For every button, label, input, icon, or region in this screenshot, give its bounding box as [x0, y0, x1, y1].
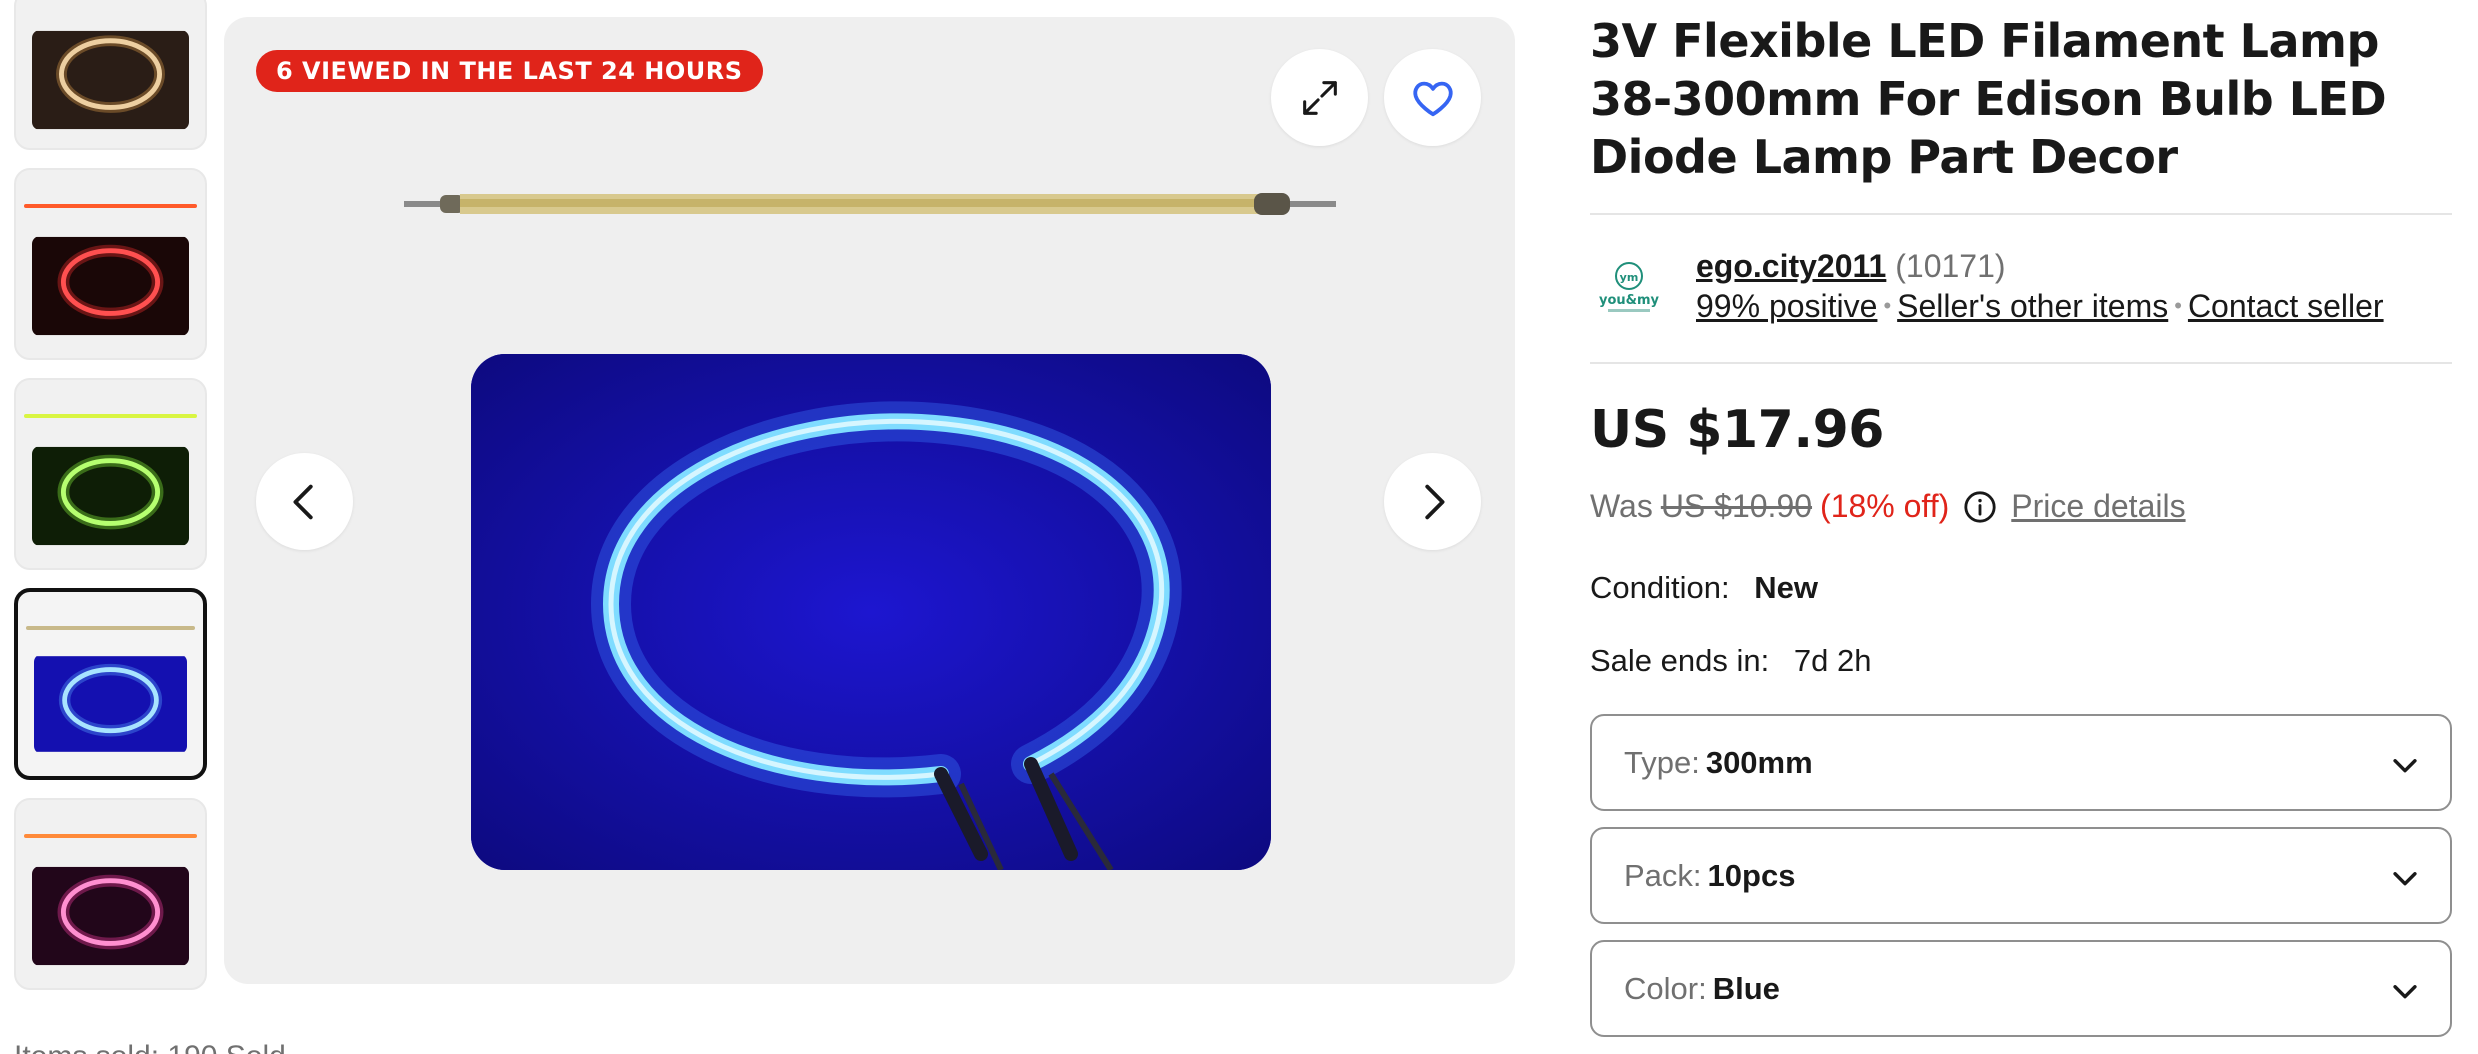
- expand-image-button[interactable]: [1271, 49, 1368, 146]
- condition-value: New: [1754, 570, 1818, 605]
- previous-image-button[interactable]: [256, 453, 353, 550]
- type-select-value: 300mm: [1705, 744, 1813, 780]
- thumbnail-image: [34, 654, 187, 754]
- sale-ends-row: Sale ends in: 7d 2h: [1590, 643, 1871, 679]
- condition-row: Condition: New: [1590, 570, 1818, 606]
- pack-select-label: Pack:: [1624, 857, 1702, 893]
- separator-dot: •: [1883, 293, 1892, 318]
- color-select-label: Color:: [1624, 970, 1707, 1006]
- thumbnail-image: [32, 30, 189, 130]
- chevron-down-icon: [2393, 985, 2417, 999]
- product-main-image: [471, 354, 1271, 870]
- was-label: Was: [1590, 488, 1653, 524]
- condition-label: Condition:: [1590, 570, 1730, 605]
- led-filament-strip-image: [404, 193, 1336, 215]
- thumbnail-green[interactable]: [14, 378, 207, 570]
- seller-name-line: ego.city2011 (10171): [1696, 248, 2006, 285]
- expand-icon: [1302, 80, 1337, 115]
- thumbnail-strip: [14, 0, 209, 1000]
- color-select-value: Blue: [1712, 970, 1780, 1006]
- viewed-count-badge: 6 VIEWED IN THE LAST 24 HOURS: [256, 50, 763, 92]
- item-price: US $17.96: [1590, 400, 1884, 460]
- thumbnail-filament-strip: [24, 204, 197, 208]
- seller-feedback-count: (10171): [1895, 248, 2006, 284]
- seller-positive-feedback-link[interactable]: 99% positive: [1696, 288, 1877, 324]
- sale-ends-label: Sale ends in:: [1590, 643, 1770, 678]
- divider: [1590, 213, 2452, 215]
- seller-logo-image[interactable]: ym you&my: [1598, 256, 1660, 318]
- sale-ends-value: 7d 2h: [1793, 643, 1872, 678]
- original-price: US $10.90: [1660, 488, 1813, 524]
- thumbnail-red[interactable]: [14, 168, 207, 360]
- pack-select[interactable]: Pack: 10pcs: [1590, 827, 2452, 924]
- divider: [1590, 362, 2452, 364]
- info-icon[interactable]: [1963, 490, 1997, 524]
- original-price-line: Was US $10.90 (18% off) Price details: [1590, 488, 2186, 525]
- type-select-label: Type:: [1624, 744, 1700, 780]
- thumbnail-blue-selected[interactable]: [14, 588, 207, 780]
- contact-seller-link[interactable]: Contact seller: [2188, 288, 2384, 324]
- led-loop-red-image: [32, 236, 189, 336]
- items-sold-text-cut: Items sold: 190 Sold: [14, 1040, 286, 1054]
- separator-dot: •: [2174, 293, 2182, 318]
- thumbnail-filament-strip: [26, 626, 195, 630]
- thumbnail-image: [32, 866, 189, 966]
- thumbnail-image: [32, 446, 189, 546]
- pack-select-value: 10pcs: [1707, 857, 1796, 893]
- next-image-button[interactable]: [1384, 453, 1481, 550]
- seller-name-link[interactable]: ego.city2011: [1696, 248, 1886, 284]
- type-select[interactable]: Type: 300mm: [1590, 714, 2452, 811]
- led-loop-green-image: [32, 446, 189, 546]
- thumbnail-filament-strip: [24, 834, 197, 838]
- add-to-watchlist-button[interactable]: [1384, 49, 1481, 146]
- thumbnail-warm-white[interactable]: [14, 0, 207, 150]
- led-loop-pink-image: [32, 866, 189, 966]
- color-select[interactable]: Color: Blue: [1590, 940, 2452, 1037]
- led-loop-blue-main-image: [471, 354, 1271, 870]
- discount-percent: (18% off): [1820, 488, 1950, 524]
- chevron-left-icon: [293, 484, 313, 519]
- heart-icon: [1412, 81, 1453, 116]
- thumbnail-filament-strip: [24, 414, 197, 418]
- led-loop-warm-white-image: [32, 30, 189, 130]
- chevron-right-icon: [1424, 484, 1444, 519]
- seller-logo-text: you&my: [1599, 293, 1660, 308]
- thumbnail-pink[interactable]: [14, 798, 207, 990]
- seller-links: 99% positive • Seller's other items • Contac…: [1696, 288, 2384, 325]
- main-image-gallery[interactable]: 6 VIEWED IN THE LAST 24 HOURS: [224, 17, 1515, 984]
- thumbnail-image: [32, 236, 189, 336]
- price-details-link[interactable]: Price details: [2011, 488, 2185, 525]
- led-loop-blue-image: [34, 656, 187, 752]
- item-title: 3V Flexible LED Filament Lamp 38-300mm F…: [1590, 14, 2387, 184]
- seller-other-items-link[interactable]: Seller's other items: [1897, 288, 2168, 324]
- chevron-down-icon: [2393, 872, 2417, 886]
- svg-text:ym: ym: [1620, 271, 1639, 284]
- chevron-down-icon: [2393, 759, 2417, 773]
